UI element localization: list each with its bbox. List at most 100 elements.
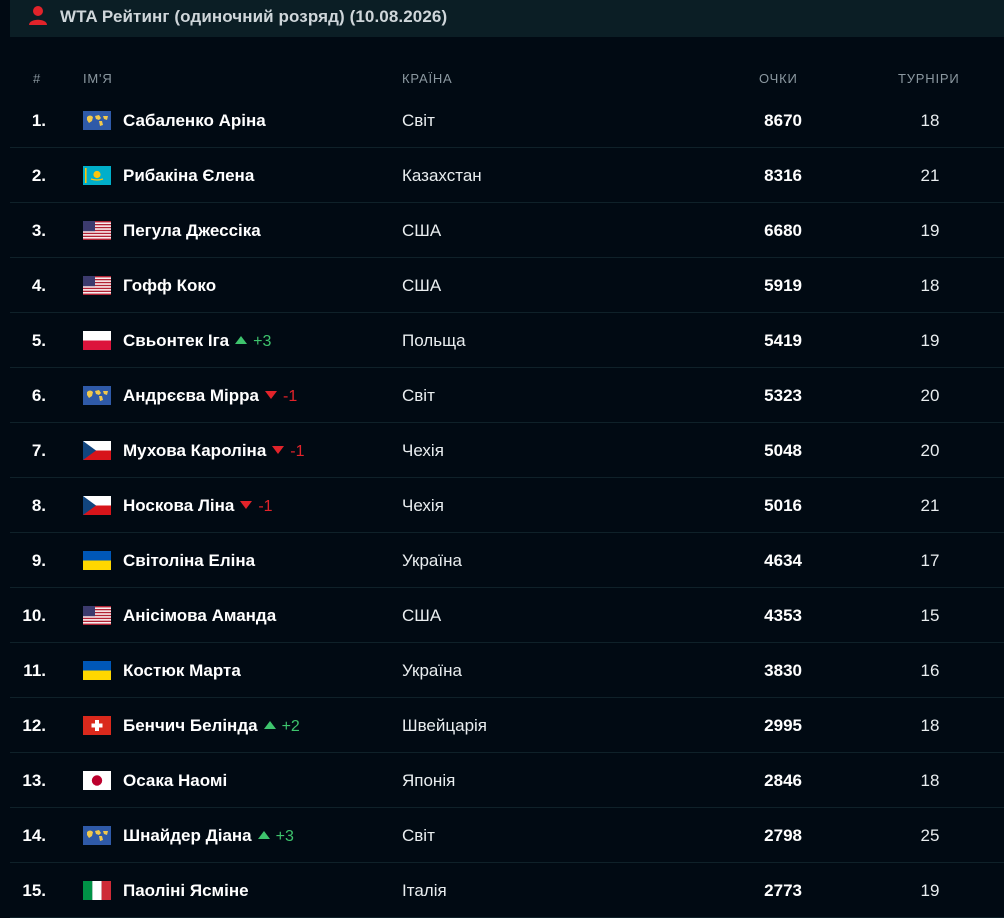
tournaments-count: 15 — [920, 606, 940, 625]
person-icon — [29, 6, 47, 25]
country-name: Чехія — [402, 441, 444, 460]
player-name-link[interactable]: Анісімова Аманда — [123, 588, 276, 643]
player-name-link[interactable]: Рибакіна Єлена — [123, 148, 254, 203]
table-row[interactable]: 4. Гофф Коко США 5919 18 — [10, 258, 1004, 313]
arrow-up-icon — [235, 335, 248, 344]
ranking-header: WTA Рейтинг (одиночний розряд) (10.08.20… — [10, 0, 1004, 37]
player-name-link[interactable]: Світоліна Еліна — [123, 533, 255, 588]
column-header-tournaments: ТУРНІРИ — [898, 71, 960, 86]
player-name-link[interactable]: Шнайдер Діана +3 — [123, 808, 294, 863]
player-name-link[interactable]: Осака Наомі — [123, 753, 227, 808]
tournaments-count: 18 — [920, 111, 940, 130]
country-name: Італія — [402, 881, 447, 900]
player-name: Анісімова Аманда — [123, 606, 277, 625]
country-name: Японія — [402, 771, 456, 790]
switzerland-flag-icon — [83, 716, 111, 735]
tournaments-count: 17 — [920, 551, 940, 570]
rank-number: 2. — [31, 166, 46, 185]
player-name: Рибакіна Єлена — [123, 166, 255, 185]
player-name-link[interactable]: Андрєєва Мірра -1 — [123, 368, 297, 423]
rank-change: -1 — [290, 443, 305, 460]
ukraine-flag-icon — [83, 661, 111, 680]
arrow-down-icon — [240, 500, 253, 509]
rank-number: 7. — [31, 441, 46, 460]
ukraine-flag-icon — [83, 551, 111, 570]
rank-number: 12. — [22, 716, 46, 735]
tournaments-count: 20 — [920, 386, 940, 405]
player-name-link[interactable]: Паоліні Ясміне — [123, 863, 249, 918]
table-row[interactable]: 8. Носкова Ліна -1 Чехія 5016 21 — [10, 478, 1004, 533]
rank-change: +3 — [253, 333, 272, 350]
points-value: 5419 — [764, 331, 802, 350]
rank-number: 10. — [22, 606, 46, 625]
points-value: 3830 — [764, 661, 802, 680]
arrow-down-icon — [272, 445, 285, 454]
rank-number: 5. — [31, 331, 46, 350]
tournaments-count: 18 — [920, 716, 940, 735]
points-value: 5919 — [764, 276, 802, 295]
rank-number: 14. — [22, 826, 46, 845]
player-name-link[interactable]: Костюк Марта — [123, 643, 241, 698]
player-name-link[interactable]: Свьонтек Іга +3 — [123, 313, 271, 368]
tournaments-count: 18 — [920, 276, 940, 295]
country-name: США — [402, 221, 442, 240]
table-row[interactable]: 14. Шнайдер Діана +3 Світ 2798 25 — [10, 808, 1004, 863]
rank-number: 9. — [31, 551, 46, 570]
country-name: Світ — [402, 111, 435, 130]
tournaments-count: 19 — [920, 221, 940, 240]
player-name: Паоліні Ясміне — [123, 881, 249, 900]
player-name: Сабаленко Аріна — [123, 111, 266, 130]
page-title: WTA Рейтинг (одиночний розряд) (10.08.20… — [60, 7, 448, 26]
arrow-down-icon — [265, 390, 278, 399]
arrow-up-icon — [257, 830, 270, 839]
world-flag-icon — [83, 826, 111, 845]
rank-change: +2 — [281, 718, 300, 735]
player-name: Шнайдер Діана — [123, 826, 252, 845]
country-name: Світ — [402, 386, 435, 405]
player-name: Костюк Марта — [123, 661, 241, 680]
table-row[interactable]: 5. Свьонтек Іга +3 Польща 5419 19 — [10, 313, 1004, 368]
player-name: Пегула Джессіка — [123, 221, 261, 240]
points-value: 2773 — [764, 881, 802, 900]
points-value: 5323 — [764, 386, 802, 405]
table-row[interactable]: 11. Костюк Марта Україна 3830 16 — [10, 643, 1004, 698]
column-header-name: ІМ'Я — [83, 71, 113, 86]
player-name-link[interactable]: Сабаленко Аріна — [123, 93, 266, 148]
czech-flag-icon — [83, 496, 111, 515]
rank-number: 13. — [22, 771, 46, 790]
usa-flag-icon — [83, 276, 111, 295]
country-name: Польща — [402, 331, 466, 350]
points-value: 2846 — [764, 771, 802, 790]
table-row[interactable]: 1. Сабаленко Аріна Світ 8670 18 — [10, 93, 1004, 148]
table-row[interactable]: 13. Осака Наомі Японія 2846 18 — [10, 753, 1004, 808]
points-value: 4634 — [764, 551, 802, 570]
table-row[interactable]: 7. Мухова Кароліна -1 Чехія 5048 20 — [10, 423, 1004, 478]
country-name: США — [402, 276, 442, 295]
rank-number: 1. — [31, 111, 46, 130]
country-name: Світ — [402, 826, 435, 845]
table-row[interactable]: 15. Паоліні Ясміне Італія 2773 19 — [10, 863, 1004, 918]
table-row[interactable]: 9. Світоліна Еліна Україна 4634 17 — [10, 533, 1004, 588]
arrow-up-icon — [263, 720, 276, 729]
player-name-link[interactable]: Бенчич Белінда +2 — [123, 698, 300, 753]
player-name-link[interactable]: Носкова Ліна -1 — [123, 478, 273, 533]
rank-number: 6. — [31, 386, 46, 405]
player-name-link[interactable]: Пегула Джессіка — [123, 203, 261, 258]
tournaments-count: 16 — [920, 661, 940, 680]
player-name: Носкова Ліна — [123, 496, 235, 515]
points-value: 4353 — [764, 606, 802, 625]
column-header-points: ОЧКИ — [759, 71, 798, 86]
poland-flag-icon — [83, 331, 111, 350]
player-name-link[interactable]: Гофф Коко — [123, 258, 216, 313]
table-row[interactable]: 2. Рибакіна Єлена Казахстан 8316 21 — [10, 148, 1004, 203]
country-name: Україна — [402, 661, 462, 680]
table-row[interactable]: 12. Бенчич Белінда +2 Швейцарія 2995 18 — [10, 698, 1004, 753]
table-row[interactable]: 3. Пегула Джессіка США 6680 19 — [10, 203, 1004, 258]
table-row[interactable]: 10. Анісімова Аманда США 4353 15 — [10, 588, 1004, 643]
player-name-link[interactable]: Мухова Кароліна -1 — [123, 423, 305, 478]
table-row[interactable]: 6. Андрєєва Мірра -1 Світ 5323 20 — [10, 368, 1004, 423]
player-name: Свьонтек Іга — [123, 331, 230, 350]
tournaments-count: 20 — [920, 441, 940, 460]
player-name: Осака Наомі — [123, 771, 228, 790]
tournaments-count: 19 — [920, 331, 940, 350]
